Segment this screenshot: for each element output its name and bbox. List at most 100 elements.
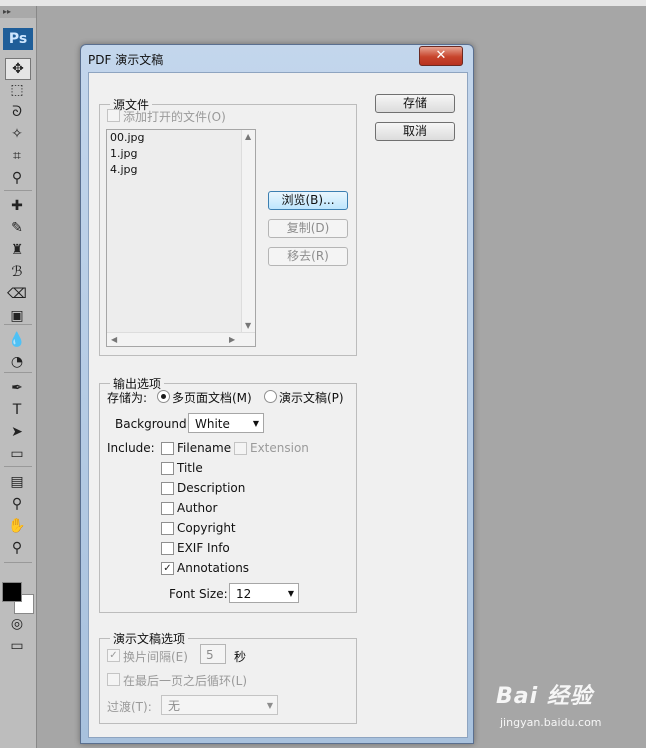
advance-interval-checkbox[interactable]: ✓	[107, 649, 120, 662]
background-select[interactable]: White ▼	[188, 413, 264, 433]
extension-checkbox[interactable]	[234, 442, 247, 455]
include-label: Include:	[107, 441, 155, 455]
add-open-files-checkbox[interactable]	[107, 109, 120, 122]
pdf-presentation-dialog: PDF 演示文稿 ✕ 存储 取消 源文件 添加打开的文件(O) 00.jpg 1.…	[80, 44, 474, 744]
multipage-document-radio[interactable]	[157, 390, 170, 403]
include-description-checkbox[interactable]	[161, 482, 174, 495]
watermark-url: jingyan.baidu.com	[500, 716, 602, 729]
presentation-options-legend: 演示文稿选项	[113, 632, 186, 646]
panel-grip[interactable]: ▸▸	[0, 6, 36, 18]
scroll-left-icon[interactable]: ◀	[111, 335, 117, 344]
quick-mask-icon[interactable]: ◎	[5, 614, 29, 634]
font-size-select[interactable]: 12 ▼	[229, 583, 299, 603]
lasso-tool-icon[interactable]: ᘐ	[5, 102, 29, 122]
include-filename-checkbox[interactable]	[161, 442, 174, 455]
include-exif-info-checkbox[interactable]	[161, 542, 174, 555]
shape-tool-icon[interactable]: ▭	[5, 444, 29, 464]
clone-stamp-tool-icon[interactable]: ♜	[5, 240, 29, 260]
brush-tool-icon[interactable]: ✎	[5, 218, 29, 238]
dodge-tool-icon[interactable]: ◔	[5, 352, 29, 372]
file-list-vertical-scrollbar[interactable]: ▲ ▼	[241, 130, 255, 332]
include-copyright-checkbox[interactable]	[161, 522, 174, 535]
toolbox-separator	[4, 372, 32, 373]
scroll-up-icon[interactable]: ▲	[245, 132, 251, 141]
path-selection-tool-icon[interactable]: ➤	[5, 422, 29, 442]
file-items: 00.jpg 1.jpg 4.jpg	[107, 130, 255, 178]
dialog-body: 存储 取消 源文件 添加打开的文件(O) 00.jpg 1.jpg 4.jpg ▲ …	[88, 72, 468, 738]
zoom-tool-icon[interactable]: ⚲	[5, 538, 29, 558]
cancel-button[interactable]: 取消	[375, 122, 455, 141]
history-brush-tool-icon[interactable]: ℬ	[5, 262, 29, 282]
font-size-value: 12	[236, 587, 252, 601]
foreground-color-swatch[interactable]	[2, 582, 22, 602]
photoshop-logo: Ps	[3, 28, 33, 50]
background-label: Background:	[115, 417, 191, 431]
multipage-document-label: 多页面文档(M)	[172, 391, 252, 405]
chevron-down-icon: ▼	[287, 589, 294, 598]
close-icon: ✕	[435, 48, 447, 63]
duplicate-button[interactable]: 复制(D)	[268, 219, 348, 238]
include-filename-label: Filename	[177, 441, 232, 455]
browse-button[interactable]: 浏览(B)...	[268, 191, 348, 210]
toolbox-separator	[4, 562, 32, 563]
font-size-label: Font Size:	[169, 587, 228, 601]
baidu-jingyan-watermark: Bai 经验 jingyan.baidu.com	[496, 672, 646, 742]
advance-interval-label: 换片间隔(E)	[123, 650, 188, 664]
extension-label: Extension	[250, 441, 309, 455]
blur-tool-icon[interactable]: 💧	[5, 330, 29, 350]
transition-label: 过渡(T):	[107, 700, 152, 714]
toolbox-separator	[4, 190, 32, 191]
file-list[interactable]: 00.jpg 1.jpg 4.jpg ▲ ▼ ◀ ▶	[106, 129, 256, 347]
include-author-checkbox[interactable]	[161, 502, 174, 515]
dialog-title: PDF 演示文稿	[88, 53, 164, 67]
file-list-item[interactable]: 00.jpg	[107, 130, 255, 146]
loop-after-last-page-checkbox[interactable]	[107, 673, 120, 686]
transition-value: 无	[168, 699, 181, 713]
toolbox-separator	[4, 466, 32, 467]
eraser-tool-icon[interactable]: ⌫	[5, 284, 29, 304]
watermark-brand: Bai 经验	[496, 684, 593, 709]
include-annotations-label: Annotations	[177, 561, 250, 575]
move-tool-icon[interactable]: ✥	[5, 58, 31, 80]
chevron-down-icon: ▼	[266, 701, 273, 710]
include-description-label: Description	[177, 481, 246, 495]
save-button[interactable]: 存储	[375, 94, 455, 113]
healing-brush-tool-icon[interactable]: ✚	[5, 196, 29, 216]
hand-tool-icon[interactable]: ✋	[5, 516, 29, 536]
include-title-checkbox[interactable]	[161, 462, 174, 475]
magic-wand-tool-icon[interactable]: ✧	[5, 124, 29, 144]
checkmark-icon: ✓	[109, 650, 118, 661]
crop-tool-icon[interactable]: ⌗	[5, 146, 29, 166]
toolbox-separator	[4, 324, 32, 325]
loop-after-last-page-label: 在最后一页之后循环(L)	[123, 674, 248, 688]
include-author-label: Author	[177, 501, 218, 515]
seconds-label: 秒	[234, 650, 247, 664]
remove-button[interactable]: 移去(R)	[268, 247, 348, 266]
pen-tool-icon[interactable]: ✒	[5, 378, 29, 398]
close-button[interactable]: ✕	[419, 46, 463, 66]
scroll-down-icon[interactable]: ▼	[245, 321, 251, 330]
background-value: White	[195, 417, 230, 431]
presentation-label: 演示文稿(P)	[279, 391, 344, 405]
file-list-horizontal-scrollbar[interactable]: ◀ ▶	[107, 332, 255, 346]
eyedropper-tool-icon[interactable]: ⚲	[5, 168, 29, 188]
notes-tool-icon[interactable]: ▤	[5, 472, 29, 492]
checkmark-icon: ✓	[163, 563, 172, 574]
include-copyright-label: Copyright	[177, 521, 236, 535]
include-exif-info-label: EXIF Info	[177, 541, 230, 555]
color-sampler-tool-icon[interactable]: ⚲	[5, 494, 29, 514]
file-list-item[interactable]: 4.jpg	[107, 162, 255, 178]
advance-interval-input[interactable]: 5	[200, 644, 226, 664]
file-list-item[interactable]: 1.jpg	[107, 146, 255, 162]
add-open-files-label: 添加打开的文件(O)	[123, 110, 226, 124]
chevron-down-icon: ▼	[252, 419, 259, 428]
include-annotations-checkbox[interactable]: ✓	[161, 562, 174, 575]
type-tool-icon[interactable]: T	[5, 400, 29, 420]
include-title-label: Title	[177, 461, 203, 475]
scroll-right-icon[interactable]: ▶	[229, 335, 235, 344]
presentation-radio[interactable]	[264, 390, 277, 403]
transition-select[interactable]: 无 ▼	[161, 695, 278, 715]
gradient-tool-icon[interactable]: ▣	[5, 306, 29, 326]
marquee-tool-icon[interactable]: ⬚	[5, 80, 29, 100]
screen-mode-icon[interactable]: ▭	[5, 636, 29, 656]
